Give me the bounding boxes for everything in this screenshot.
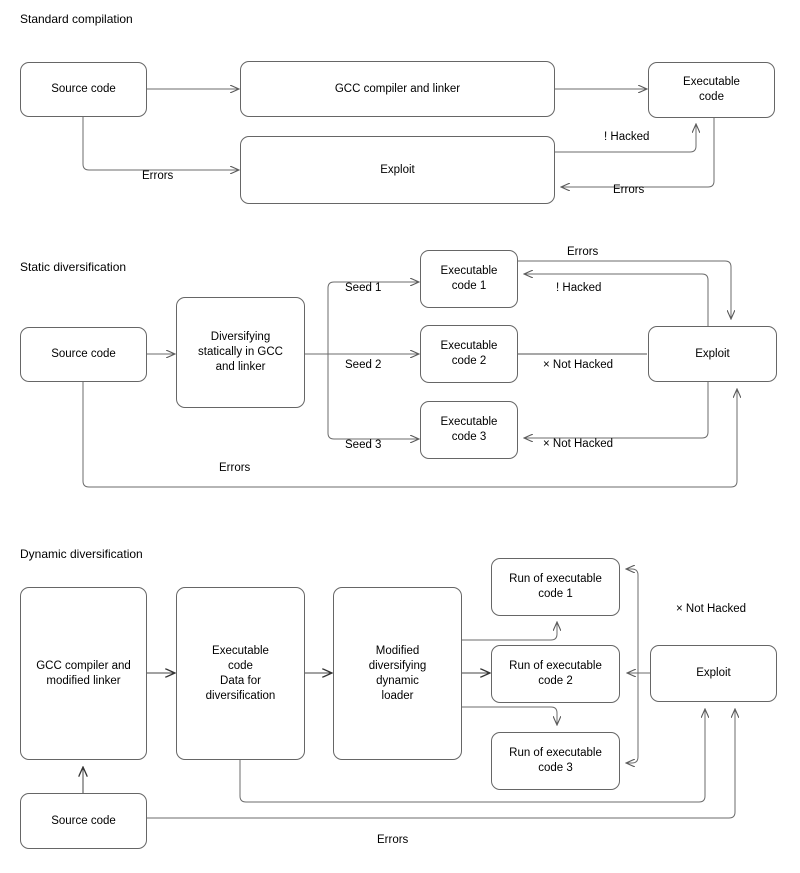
node-label-line2: code xyxy=(699,91,724,103)
node-label: Executable code 1 xyxy=(435,264,504,294)
node-label-line3: Data for xyxy=(220,674,261,687)
node-executable-code-1[interactable]: Executable code 1 xyxy=(420,250,518,308)
node-label-line1: Executable xyxy=(440,340,498,352)
edge-label-seed-1: Seed 1 xyxy=(345,282,382,294)
edge-s2-errors-top xyxy=(518,260,731,319)
edge-label-not-hacked-2: × Not Hacked xyxy=(543,359,613,371)
edge-label-not-hacked-dynamic: × Not Hacked xyxy=(676,603,746,615)
node-label: Run of executable code 1 xyxy=(503,572,608,602)
node-label-line2: statically in GCC xyxy=(198,346,283,358)
node-label: Source code xyxy=(51,83,116,95)
edge-label-errors-top-static: Errors xyxy=(567,246,599,258)
node-run-of-executable-code-1[interactable]: Run of executable code 1 xyxy=(491,558,620,616)
node-label-line2: code xyxy=(228,659,253,672)
edge-source-errors-to-exploit xyxy=(82,116,239,170)
node-label: Source code xyxy=(51,348,116,360)
edge-label-errors-source-standard: Errors xyxy=(142,170,174,182)
node-label: GCC compiler and modified linker xyxy=(30,659,137,689)
node-label: Run of executable code 3 xyxy=(503,746,608,776)
edge-label-not-hacked-3: × Not Hacked xyxy=(543,438,613,450)
node-exploit-dynamic[interactable]: Exploit xyxy=(650,645,777,702)
node-label: Executable code 3 xyxy=(435,415,504,445)
node-modified-diversifying-dynamic-loader[interactable]: Modified diversifying dynamic loader xyxy=(333,587,462,760)
node-source-code-static[interactable]: Source code xyxy=(20,327,147,382)
node-label-line1: Diversifying xyxy=(210,331,271,343)
node-gcc-compiler-modified-linker[interactable]: GCC compiler and modified linker xyxy=(20,587,147,760)
node-run-of-executable-code-2[interactable]: Run of executable code 2 xyxy=(491,645,620,703)
edge-label-errors-dynamic: Errors xyxy=(377,834,409,846)
node-exploit-standard[interactable]: Exploit xyxy=(240,136,555,204)
edge-label-errors-bottom-static: Errors xyxy=(219,462,251,474)
node-label-line1: GCC compiler and xyxy=(36,659,131,672)
section-title-static-diversification: Static diversification xyxy=(20,260,127,274)
node-label: Exploit xyxy=(380,163,415,176)
node-label: Run of executable code 2 xyxy=(503,659,608,689)
node-label-line1: Executable xyxy=(212,644,269,657)
node-label-line4: loader xyxy=(381,689,414,702)
node-label-line3: and linker xyxy=(215,361,266,373)
node-label: Modified diversifying dynamic loader xyxy=(363,644,433,704)
node-label-line1: Run of executable xyxy=(509,573,602,585)
node-label: GCC compiler and linker xyxy=(334,82,461,95)
node-label-line2: code 1 xyxy=(451,280,487,292)
node-label: Source code xyxy=(51,814,116,827)
node-source-code-standard[interactable]: Source code xyxy=(20,62,147,117)
edge-s2-hacked xyxy=(524,274,709,326)
node-executable-code-2[interactable]: Executable code 2 xyxy=(420,325,518,383)
edge-label-seed-2: Seed 2 xyxy=(345,359,382,371)
edge-label-seed-3: Seed 3 xyxy=(345,439,382,451)
node-label-line1: Modified xyxy=(375,644,420,657)
node-source-code-dynamic[interactable]: Source code xyxy=(20,793,147,849)
node-label: Executable code 2 xyxy=(435,339,504,369)
node-label-line1: Executable xyxy=(440,416,498,428)
node-executable-code-standard[interactable]: Executable code xyxy=(648,62,775,118)
edge-label-hacked-static: ! Hacked xyxy=(556,282,602,294)
node-exploit-static[interactable]: Exploit xyxy=(648,326,777,382)
node-label-line2: code 3 xyxy=(451,431,487,443)
edge-s3-exploit-to-run3 xyxy=(626,673,639,763)
edge-label-hacked-standard: ! Hacked xyxy=(604,131,650,143)
edge-s3-exploit-to-run1 xyxy=(626,569,639,673)
node-label-line2: code 2 xyxy=(538,675,573,687)
node-label: Executable code Data for diversification xyxy=(200,644,282,704)
node-label-line2: code 2 xyxy=(451,355,487,367)
node-label-line1: Executable xyxy=(440,265,498,277)
edge-label-errors-exec-standard: Errors xyxy=(613,184,645,196)
node-label-line3: dynamic xyxy=(376,674,419,687)
section-title-dynamic-diversification: Dynamic diversification xyxy=(20,547,143,561)
edge-s3-errors-execdata xyxy=(239,709,705,803)
node-gcc-compiler-and-linker[interactable]: GCC compiler and linker xyxy=(240,61,555,117)
node-label-line2: diversifying xyxy=(368,659,427,672)
node-label-line1: Run of executable xyxy=(509,747,602,759)
node-executable-code-data-for-diversification[interactable]: Executable code Data for diversification xyxy=(176,587,305,760)
node-label-line1: Executable xyxy=(683,76,740,88)
node-label: Diversifying statically in GCC and linke… xyxy=(192,330,289,375)
node-label-line4: diversification xyxy=(205,689,276,702)
node-label: Executable code xyxy=(677,75,746,105)
node-label: Exploit xyxy=(695,347,730,360)
node-label-line2: code 1 xyxy=(538,588,573,600)
node-label: Exploit xyxy=(696,667,731,679)
diagram-canvas: Standard compilation Static diversificat… xyxy=(0,0,800,873)
node-label-line1: Run of executable xyxy=(509,660,602,672)
edge-s2-nothacked3 xyxy=(524,382,709,438)
node-diversifying-statically[interactable]: Diversifying statically in GCC and linke… xyxy=(176,297,305,408)
section-title-standard-compilation: Standard compilation xyxy=(20,12,133,26)
node-label-line2: modified linker xyxy=(46,674,121,687)
node-executable-code-3[interactable]: Executable code 3 xyxy=(420,401,518,459)
node-run-of-executable-code-3[interactable]: Run of executable code 3 xyxy=(491,732,620,790)
edge-s3-loader-to-run3 xyxy=(462,706,557,725)
edge-s3-loader-to-run1 xyxy=(462,622,557,641)
node-label-line2: code 3 xyxy=(538,762,573,774)
